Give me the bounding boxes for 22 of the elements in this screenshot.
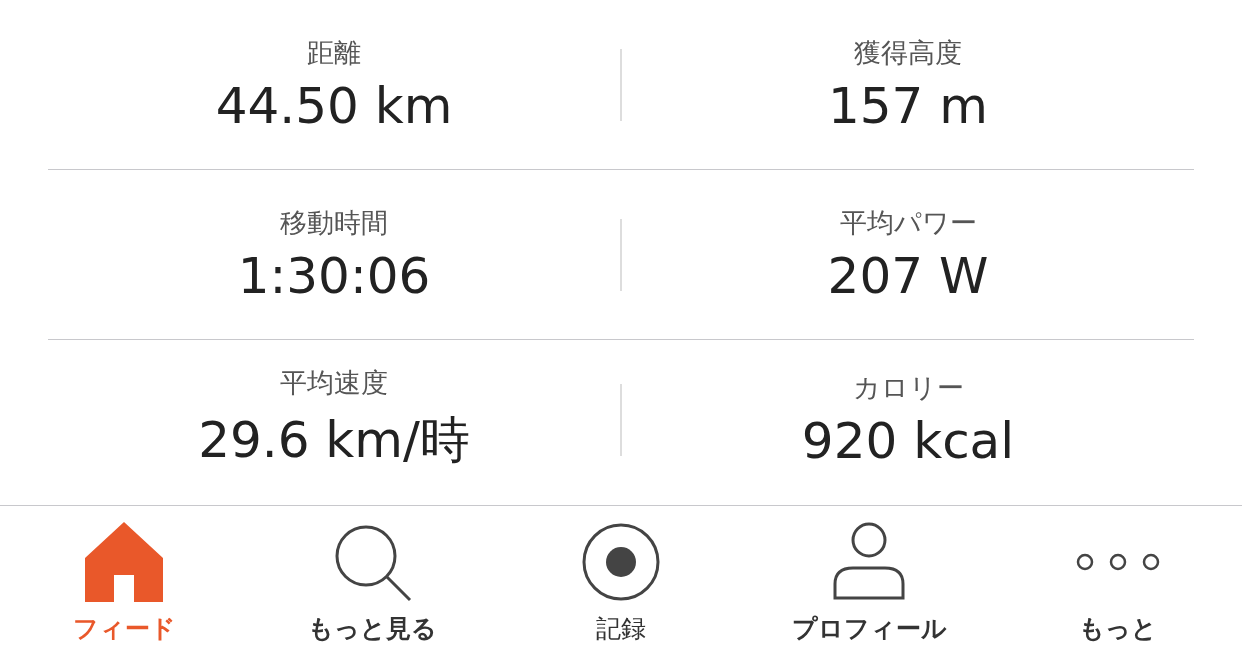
stat-label: 移動時間 [280,205,388,240]
home-icon [83,520,166,602]
stat-value: 29.6 km/時 [198,410,470,471]
tab[interactable]: もっと見る [248,506,497,651]
record-icon [581,522,661,602]
person-icon [831,522,908,602]
stat-label: 獲得高度 [854,35,962,70]
tab[interactable]: 記録 [496,506,746,651]
search-icon [333,524,412,602]
more-icon [1074,552,1161,572]
stat-label: 平均パワー [839,205,977,240]
tab[interactable]: プロフィール [745,506,994,651]
stat-value: 44.50 km [215,76,453,135]
stat-label: 平均速度 [280,366,388,400]
stat-label: カロリー [852,370,964,405]
stat-value: 920 kcal [801,411,1015,470]
stat-value: 1:30:06 [237,246,431,305]
stat-value: 207 W [827,246,989,305]
tab[interactable]: フィード [0,506,249,651]
tab[interactable]: もっと [993,506,1242,651]
stat-label: 距離 [307,35,361,70]
stat-value: 157 m [827,76,988,135]
